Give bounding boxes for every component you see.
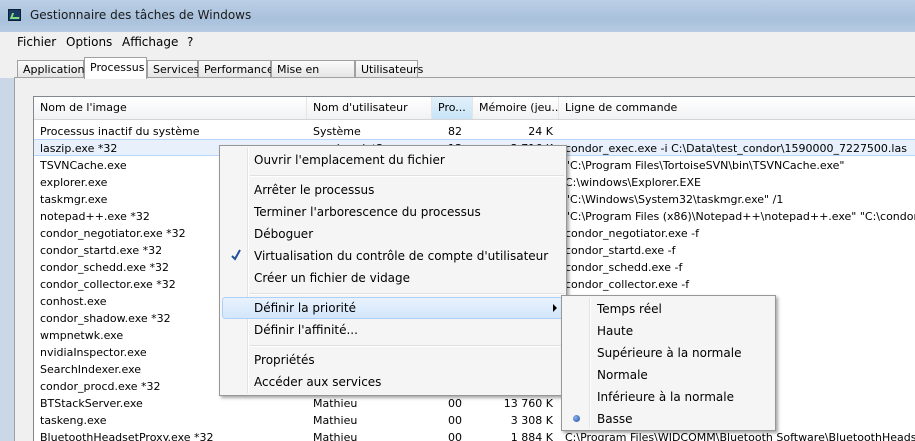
table-cell: condor_exec.exe -i C:\Data\test_condor\1…: [565, 142, 907, 155]
menu-bar: Fichier Options Affichage ?: [0, 32, 915, 52]
table-cell: Mathieu: [313, 431, 358, 441]
table-cell: 00: [448, 397, 462, 410]
priority-realtime[interactable]: Temps réel: [564, 298, 773, 320]
priority-above-normal[interactable]: Supérieure à la normale: [564, 342, 773, 364]
table-row[interactable]: taskeng.exeMathieu003 308 KCBC54CF3C331}: [34, 412, 915, 429]
table-row[interactable]: BluetoothHeadsetProxy.exe *32 Mathieu 00 1 …: [34, 429, 915, 441]
menu-end-process[interactable]: Arrêter le processus: [222, 179, 564, 201]
table-cell: Système: [313, 125, 361, 138]
priority-low[interactable]: Basse: [564, 408, 773, 430]
column-header-image[interactable]: Nom de l'image: [34, 97, 307, 119]
tab-processus[interactable]: Processus: [84, 57, 147, 79]
priority-submenu: Temps réel Haute Supérieure à la normale…: [561, 295, 776, 431]
menu-open-file-location[interactable]: Ouvrir l'emplacement du fichier: [222, 149, 564, 171]
table-cell: C:\Program Files\WIDCOMM\Bluetooth Softw…: [565, 431, 915, 441]
table-row[interactable]: Processus inactif du système Système 82 24 …: [34, 123, 915, 140]
menu-end-process-tree[interactable]: Terminer l'arborescence du processus: [222, 201, 564, 223]
table-cell: C:\windows\Explorer.EXE: [565, 176, 701, 189]
menu-fichier[interactable]: Fichier: [17, 35, 56, 49]
menu-create-dump-file[interactable]: Créer un fichier de vidage: [222, 267, 564, 289]
table-cell: Mathieu: [313, 397, 358, 410]
tab-mise-en-reseau[interactable]: Mise en réseau: [271, 60, 355, 89]
menu-debug[interactable]: Déboguer: [222, 223, 564, 245]
table-cell: condor_schedd.exe -f: [565, 261, 683, 274]
column-header-cpu[interactable]: Pro...: [432, 97, 473, 119]
tab-performance[interactable]: Performance: [198, 60, 274, 78]
table-cell: condor_startd.exe -f: [565, 244, 676, 257]
radio-selected-icon: [573, 415, 580, 422]
table-cell: 82: [448, 125, 462, 138]
column-header-user[interactable]: Nom d'utilisateur: [307, 97, 432, 119]
menu-uac-virtualization-label: Virtualisation du contrôle de compte d'u…: [254, 249, 549, 263]
submenu-arrow-icon: [553, 304, 557, 312]
table-cell: BluetoothHeadsetProxy.exe *32: [40, 431, 214, 441]
menu-uac-virtualization[interactable]: Virtualisation du contrôle de compte d'u…: [222, 245, 564, 267]
table-cell: taskeng.exe: [40, 414, 107, 427]
menu-separator: [250, 293, 564, 295]
menu-set-priority[interactable]: Définir la priorité: [222, 297, 564, 319]
menu-affichage[interactable]: Affichage: [122, 35, 178, 49]
priority-low-label: Basse: [597, 412, 633, 426]
priority-below-normal[interactable]: Inférieure à la normale: [564, 386, 773, 408]
column-header-memory[interactable]: Mémoire (jeu...: [473, 97, 559, 119]
menu-separator: [250, 345, 564, 347]
context-menu: Ouvrir l'emplacement du fichier Arrêter …: [219, 145, 567, 396]
tab-services[interactable]: Services: [147, 60, 199, 78]
priority-normal[interactable]: Normale: [564, 364, 773, 386]
table-cell: 1 884 K: [510, 431, 553, 441]
menu-set-affinity[interactable]: Définir l'affinité...: [222, 319, 564, 341]
table-cell: "C:\Program Files\TortoiseSVN\bin\TSVNCa…: [565, 159, 845, 172]
table-cell: 00: [448, 414, 462, 427]
priority-high[interactable]: Haute: [564, 320, 773, 342]
column-header-command-line[interactable]: Ligne de commande: [559, 97, 915, 119]
task-manager-icon: [8, 9, 21, 21]
table-cell: BTStackServer.exe: [40, 397, 143, 410]
menu-properties[interactable]: Propriétés: [222, 349, 564, 371]
menu-set-priority-label: Définir la priorité: [254, 301, 356, 315]
header-divider: [34, 119, 915, 120]
menu-separator: [250, 175, 564, 177]
table-cell: 24 K: [528, 125, 553, 138]
window-title: Gestionnaire des tâches de Windows: [30, 8, 252, 22]
table-cell: Processus inactif du système: [40, 125, 200, 138]
tab-bar: Applications Processus Services Performa…: [0, 52, 915, 89]
table-row[interactable]: BTStackServer.exeMathieu0013 760 Ktware\…: [34, 395, 915, 412]
menu-help[interactable]: ?: [187, 35, 193, 49]
table-cell: 3 308 K: [510, 414, 553, 427]
tab-applications[interactable]: Applications: [17, 60, 90, 78]
table-cell: 13 760 K: [503, 397, 553, 410]
tab-utilisateurs[interactable]: Utilisateurs: [355, 60, 423, 78]
title-bar[interactable]: Gestionnaire des tâches de Windows: [0, 0, 915, 32]
table-cell: condor_negotiator.exe -f: [565, 227, 699, 240]
table-cell: Mathieu: [313, 414, 358, 427]
table-cell: "C:\Program Files (x86)\Notepad++\notepa…: [565, 210, 915, 223]
menu-go-to-services[interactable]: Accéder aux services: [222, 371, 564, 393]
check-icon: [231, 249, 241, 261]
table-cell: condor_collector.exe -f: [565, 278, 690, 291]
table-cell: 00: [448, 431, 462, 441]
menu-options[interactable]: Options: [66, 35, 112, 49]
table-cell: "C:\Windows\System32\taskmgr.exe" /1: [565, 193, 784, 206]
